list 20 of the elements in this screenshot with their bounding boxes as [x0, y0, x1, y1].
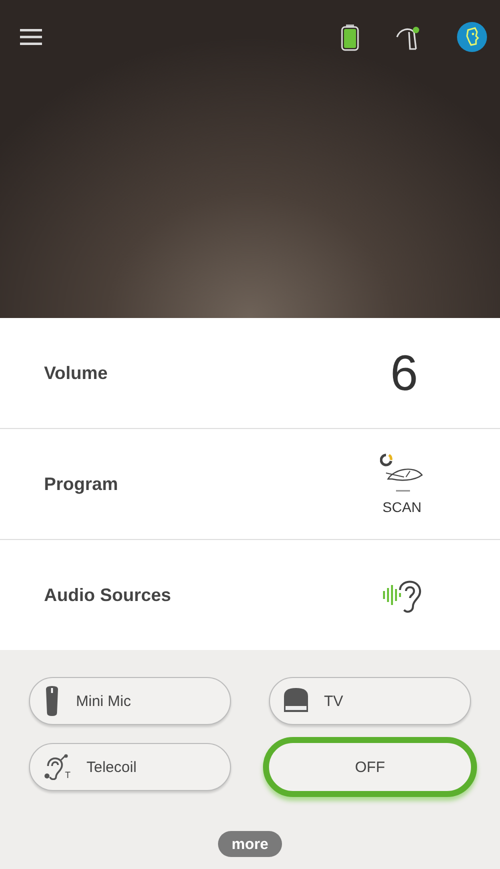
setting-label: Program [44, 474, 118, 494]
setting-label: Volume [44, 362, 108, 384]
audio-source-button[interactable]: TV [269, 677, 471, 725]
battery-icon [341, 24, 359, 50]
settings-row[interactable]: Audio Sources [0, 540, 500, 650]
settings-row[interactable]: Volume 6 [0, 318, 500, 429]
microphone-icon [44, 686, 60, 716]
settings-row[interactable]: Program SCAN [0, 429, 500, 540]
telecoil-letter: T [65, 770, 70, 780]
more-button[interactable]: more [218, 831, 282, 857]
menu-icon[interactable] [20, 29, 42, 45]
setting-label: Audio Sources [44, 584, 172, 606]
audio-source-button[interactable]: T Telecoil [29, 743, 231, 791]
program-value: SCAN [382, 499, 422, 515]
audio-source-button[interactable]: Mini Mic [29, 677, 231, 725]
volume-value: 6 [390, 344, 418, 402]
profile-head-icon[interactable] [457, 22, 487, 52]
audio-source-button[interactable]: OFF [263, 737, 477, 797]
tv-box-icon [284, 688, 308, 714]
hearing-aid-icon[interactable] [395, 24, 421, 50]
